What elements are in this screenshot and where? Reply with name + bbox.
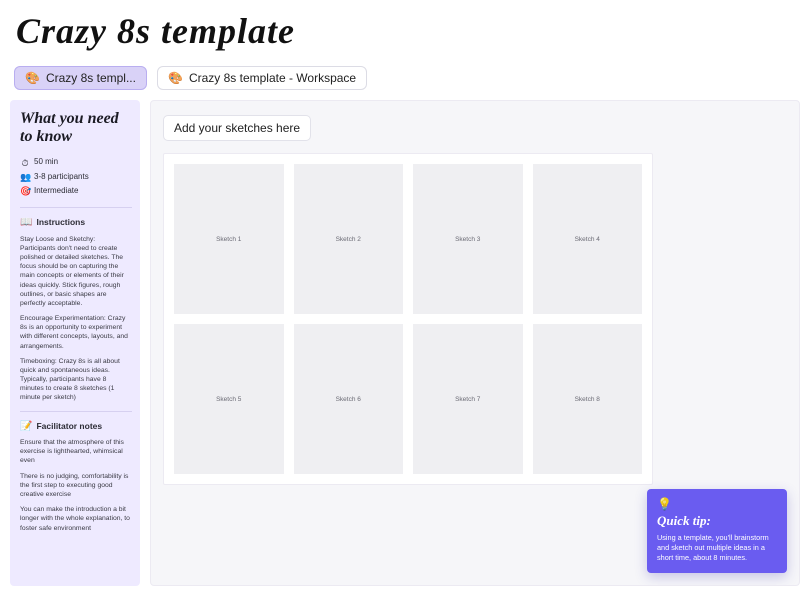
sketch-slot-8[interactable]: Sketch 8: [533, 324, 643, 474]
tip-title: Quick tip:: [657, 513, 777, 529]
sidebar-title: What you need to know: [20, 110, 132, 147]
facilitator-heading: 📝 Facilitator notes: [20, 420, 132, 434]
notes-icon: 📝: [20, 420, 32, 434]
sketch-slot-5[interactable]: Sketch 5: [174, 324, 284, 474]
tab-label: Crazy 8s template - Workspace: [189, 71, 356, 85]
instructions-para: Timeboxing: Crazy 8s is all about quick …: [20, 357, 132, 403]
meta-participants: 👥 3-8 participants: [20, 171, 132, 183]
tab-crazy8s-template[interactable]: 🎨 Crazy 8s templ...: [14, 66, 147, 90]
page-title: Crazy 8s template: [0, 0, 810, 66]
bulb-icon: 💡: [657, 497, 777, 511]
main-area: What you need to know ⏱ 50 min 👥 3-8 par…: [0, 96, 810, 586]
facilitator-para: You can make the introduction a bit long…: [20, 505, 132, 533]
sketch-slot-7[interactable]: Sketch 7: [413, 324, 523, 474]
facilitator-para: There is no judging, comfortability is t…: [20, 472, 132, 500]
divider: [20, 411, 132, 412]
sketch-slot-1[interactable]: Sketch 1: [174, 164, 284, 314]
instructions-para: Encourage Experimentation: Crazy 8s is a…: [20, 314, 132, 351]
sketch-slot-3[interactable]: Sketch 3: [413, 164, 523, 314]
facilitator-heading-text: Facilitator notes: [36, 421, 102, 432]
divider: [20, 207, 132, 208]
sketch-slot-4[interactable]: Sketch 4: [533, 164, 643, 314]
sketch-grid: Sketch 1 Sketch 2 Sketch 3 Sketch 4 Sket…: [174, 164, 642, 474]
sketch-slot-2[interactable]: Sketch 2: [294, 164, 404, 314]
meta-duration-text: 50 min: [34, 157, 58, 168]
meta-duration: ⏱ 50 min: [20, 157, 132, 169]
sidebar: What you need to know ⏱ 50 min 👥 3-8 par…: [10, 100, 140, 586]
workspace-prompt: Add your sketches here: [163, 115, 311, 141]
quick-tip-card[interactable]: 💡 Quick tip: Using a template, you'll br…: [647, 489, 787, 573]
meta-list: ⏱ 50 min 👥 3-8 participants 🎯 Intermedia…: [20, 157, 132, 197]
facilitator-section: 📝 Facilitator notes Ensure that the atmo…: [20, 420, 132, 533]
instructions-heading-text: Instructions: [36, 217, 85, 228]
sketch-slot-6[interactable]: Sketch 6: [294, 324, 404, 474]
tab-label: Crazy 8s templ...: [46, 71, 136, 85]
clock-icon: ⏱: [20, 157, 30, 169]
instructions-heading: 📖 Instructions: [20, 216, 132, 230]
palette-icon: 🎨: [25, 71, 40, 85]
book-icon: 📖: [20, 216, 32, 230]
sketch-grid-container: Sketch 1 Sketch 2 Sketch 3 Sketch 4 Sket…: [163, 153, 653, 485]
instructions-section: 📖 Instructions Stay Loose and Sketchy: P…: [20, 216, 132, 402]
meta-level-text: Intermediate: [34, 186, 78, 197]
people-icon: 👥: [20, 171, 30, 183]
target-icon: 🎯: [20, 185, 30, 197]
meta-level: 🎯 Intermediate: [20, 185, 132, 197]
meta-participants-text: 3-8 participants: [34, 172, 89, 183]
workspace[interactable]: Add your sketches here Sketch 1 Sketch 2…: [150, 100, 800, 586]
tip-body: Using a template, you'll brainstorm and …: [657, 533, 777, 563]
tabs: 🎨 Crazy 8s templ... 🎨 Crazy 8s template …: [0, 66, 810, 96]
palette-icon: 🎨: [168, 71, 183, 85]
tab-workspace[interactable]: 🎨 Crazy 8s template - Workspace: [157, 66, 367, 90]
facilitator-para: Ensure that the atmosphere of this exerc…: [20, 438, 132, 466]
instructions-para: Stay Loose and Sketchy: Participants don…: [20, 235, 132, 308]
